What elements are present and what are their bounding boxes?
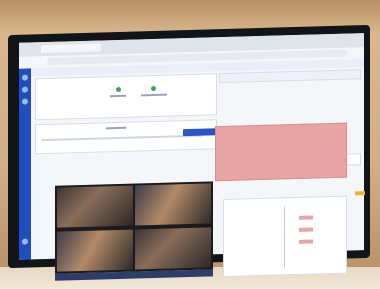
sidebar-home-icon[interactable] <box>22 74 28 81</box>
timeline-event[interactable] <box>299 227 313 232</box>
status-ok-icon <box>116 86 121 93</box>
camera-feed[interactable] <box>57 185 133 229</box>
timeline-event[interactable] <box>299 215 313 220</box>
status-ok-icon <box>151 85 156 92</box>
camera-feed[interactable] <box>57 229 133 272</box>
kpi-row <box>42 134 202 142</box>
timeline-marker <box>284 206 285 269</box>
timeline-event[interactable] <box>299 239 313 244</box>
camera-feed[interactable] <box>135 183 211 226</box>
sidebar-settings-icon[interactable] <box>22 238 28 245</box>
browser-tab[interactable] <box>41 43 101 54</box>
kpi-panel <box>35 119 217 155</box>
camera-feed-grid <box>55 181 213 274</box>
app-sidebar <box>19 68 31 260</box>
timeline-chart <box>223 195 347 278</box>
status-label <box>110 94 126 98</box>
monitor <box>8 24 370 281</box>
warning-badge <box>355 191 365 196</box>
panel-title <box>106 126 126 130</box>
sidebar-nav-icon[interactable] <box>22 98 28 105</box>
status-label <box>141 93 167 97</box>
table-header <box>219 69 361 84</box>
primary-action-button[interactable] <box>183 128 217 137</box>
camera-feed[interactable] <box>135 226 211 270</box>
sidebar-nav-icon[interactable] <box>22 86 28 93</box>
alert-area <box>215 122 347 182</box>
status-panel <box>35 73 217 121</box>
